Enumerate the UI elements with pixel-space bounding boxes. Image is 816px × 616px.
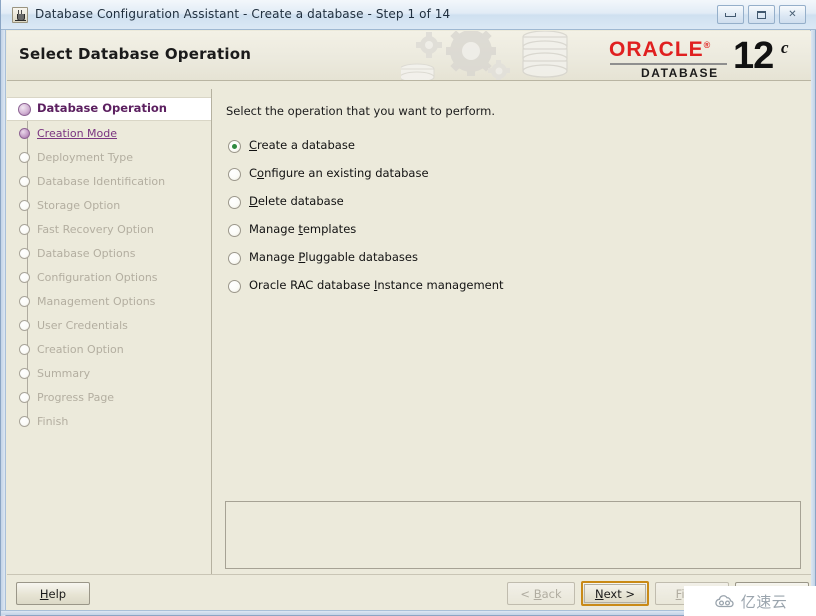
- window-title: Database Configuration Assistant - Creat…: [35, 7, 451, 21]
- watermark-overlay: 亿速云: [684, 586, 816, 616]
- minimize-button[interactable]: [717, 5, 744, 24]
- radio-button[interactable]: [228, 195, 241, 209]
- step-bullet-icon: [19, 223, 30, 235]
- radio-label: Configure an existing database: [249, 166, 429, 181]
- step-label: Progress Page: [37, 390, 115, 404]
- page-title: Select Database Operation: [19, 45, 252, 63]
- radio-option-delete-database[interactable]: Delete database: [228, 188, 788, 216]
- step-bullet-icon: [19, 415, 30, 427]
- step-bullet-icon: [19, 127, 30, 139]
- title-bar: Database Configuration Assistant - Creat…: [1, 0, 816, 30]
- step-label: Fast Recovery Option: [37, 222, 154, 236]
- oracle-product-text: DATABASE: [641, 66, 719, 80]
- radio-label: Manage Pluggable databases: [249, 250, 418, 265]
- button-label: Next >: [594, 586, 636, 601]
- step-label: User Credentials: [37, 318, 128, 332]
- watermark-text: 亿速云: [740, 592, 788, 611]
- radio-option-manage-pluggable-databases[interactable]: Manage Pluggable databases: [228, 244, 788, 272]
- sidebar-step-database-options: Database Options: [7, 241, 211, 265]
- button-label: < Back: [520, 586, 562, 601]
- step-label: Configuration Options: [37, 270, 158, 284]
- radio-label: Create a database: [249, 138, 355, 153]
- radio-button-selected[interactable]: [228, 139, 241, 153]
- sidebar-step-creation-option: Creation Option: [7, 337, 211, 361]
- step-bullet-icon: [19, 367, 30, 379]
- gears-and-database-artwork: [401, 31, 568, 80]
- cloud-icon: [714, 594, 734, 607]
- oracle-brand-text: ORACLE®: [609, 38, 712, 61]
- sidebar-step-fast-recovery-option: Fast Recovery Option: [7, 217, 211, 241]
- step-label: Database Identification: [37, 174, 166, 188]
- window-frame-left: [1, 0, 6, 616]
- sidebar-step-storage-option: Storage Option: [7, 193, 211, 217]
- step-bullet-icon: [19, 271, 30, 283]
- content-area: Database Operation Creation Mode Deploymen…: [7, 81, 811, 574]
- sidebar-step-configuration-options: Configuration Options: [7, 265, 211, 289]
- registered-mark: ®: [703, 40, 712, 50]
- step-bullet-icon: [19, 175, 30, 187]
- radio-button[interactable]: [228, 279, 241, 293]
- help-button[interactable]: Help: [16, 582, 90, 605]
- close-button[interactable]: ✕: [779, 5, 806, 24]
- step-bullet-icon: [18, 102, 31, 116]
- step-bullet-icon: [19, 247, 30, 259]
- step-bullet-icon: [19, 319, 30, 331]
- sidebar-step-deployment-type: Deployment Type: [7, 145, 211, 169]
- radio-option-oracle-rac-database-instance-management[interactable]: Oracle RAC database Instance management: [228, 272, 788, 300]
- next-button[interactable]: Next >: [581, 581, 649, 606]
- minimize-icon: [725, 12, 736, 17]
- application-window: Database Configuration Assistant - Creat…: [0, 0, 816, 616]
- page-banner: Select Database Operation ORACLE® DATABA…: [7, 31, 811, 81]
- radio-button[interactable]: [228, 251, 241, 265]
- version-number: 12: [733, 35, 774, 77]
- main-panel: Select the operation that you want to pe…: [213, 89, 811, 574]
- maximize-icon: [757, 10, 766, 19]
- step-bullet-icon: [19, 343, 30, 355]
- step-label: Creation Option: [37, 342, 124, 356]
- message-panel: [225, 501, 801, 569]
- step-label: Management Options: [37, 294, 156, 308]
- sidebar-step-progress-page: Progress Page: [7, 385, 211, 409]
- close-icon: ✕: [788, 8, 797, 20]
- step-bullet-icon: [19, 199, 30, 211]
- sidebar-step-finish: Finish: [7, 409, 211, 433]
- step-label: Storage Option: [37, 198, 121, 212]
- radio-label: Delete database: [249, 194, 344, 209]
- logo-divider-rule: [610, 63, 727, 65]
- java-coffee-cup-icon: [12, 7, 28, 23]
- instruction-text: Select the operation that you want to pe…: [226, 104, 496, 118]
- sidebar-step-management-options: Management Options: [7, 289, 211, 313]
- steps-list: Database Operation Creation Mode Deploymen…: [7, 97, 211, 433]
- sidebar-step-creation-mode[interactable]: Creation Mode: [7, 121, 211, 145]
- sidebar-step-database-operation[interactable]: Database Operation: [7, 97, 211, 121]
- step-label: Finish: [37, 414, 69, 428]
- step-label: Database Options: [37, 246, 136, 260]
- step-label: Summary: [37, 366, 91, 380]
- step-label: Database Operation: [37, 101, 167, 116]
- sidebar-step-user-credentials: User Credentials: [7, 313, 211, 337]
- step-bullet-icon: [19, 151, 30, 163]
- steps-sidebar: Database Operation Creation Mode Deploymen…: [7, 89, 212, 574]
- radio-option-manage-templates[interactable]: Manage templates: [228, 216, 788, 244]
- maximize-button[interactable]: [748, 5, 775, 24]
- step-label: Creation Mode: [37, 126, 118, 140]
- radio-option-configure-an-existing-database[interactable]: Configure an existing database: [228, 160, 788, 188]
- sidebar-step-database-identification: Database Identification: [7, 169, 211, 193]
- window-controls: ✕: [717, 5, 806, 24]
- button-label: Help: [39, 586, 67, 601]
- radio-button[interactable]: [228, 167, 241, 181]
- oracle-logo: ORACLE® DATABASE 12 c: [609, 35, 795, 80]
- step-bullet-icon: [19, 295, 30, 307]
- back-button: < Back: [507, 582, 575, 605]
- radio-button[interactable]: [228, 223, 241, 237]
- step-bullet-icon: [19, 391, 30, 403]
- version-suffix: c: [781, 38, 789, 57]
- step-label: Deployment Type: [37, 150, 134, 164]
- operation-radio-group[interactable]: Create a database Configure an existing d…: [228, 132, 788, 300]
- sidebar-step-summary: Summary: [7, 361, 211, 385]
- radio-option-create-a-database[interactable]: Create a database: [228, 132, 788, 160]
- radio-label: Manage templates: [249, 222, 357, 237]
- radio-label: Oracle RAC database Instance management: [249, 278, 504, 293]
